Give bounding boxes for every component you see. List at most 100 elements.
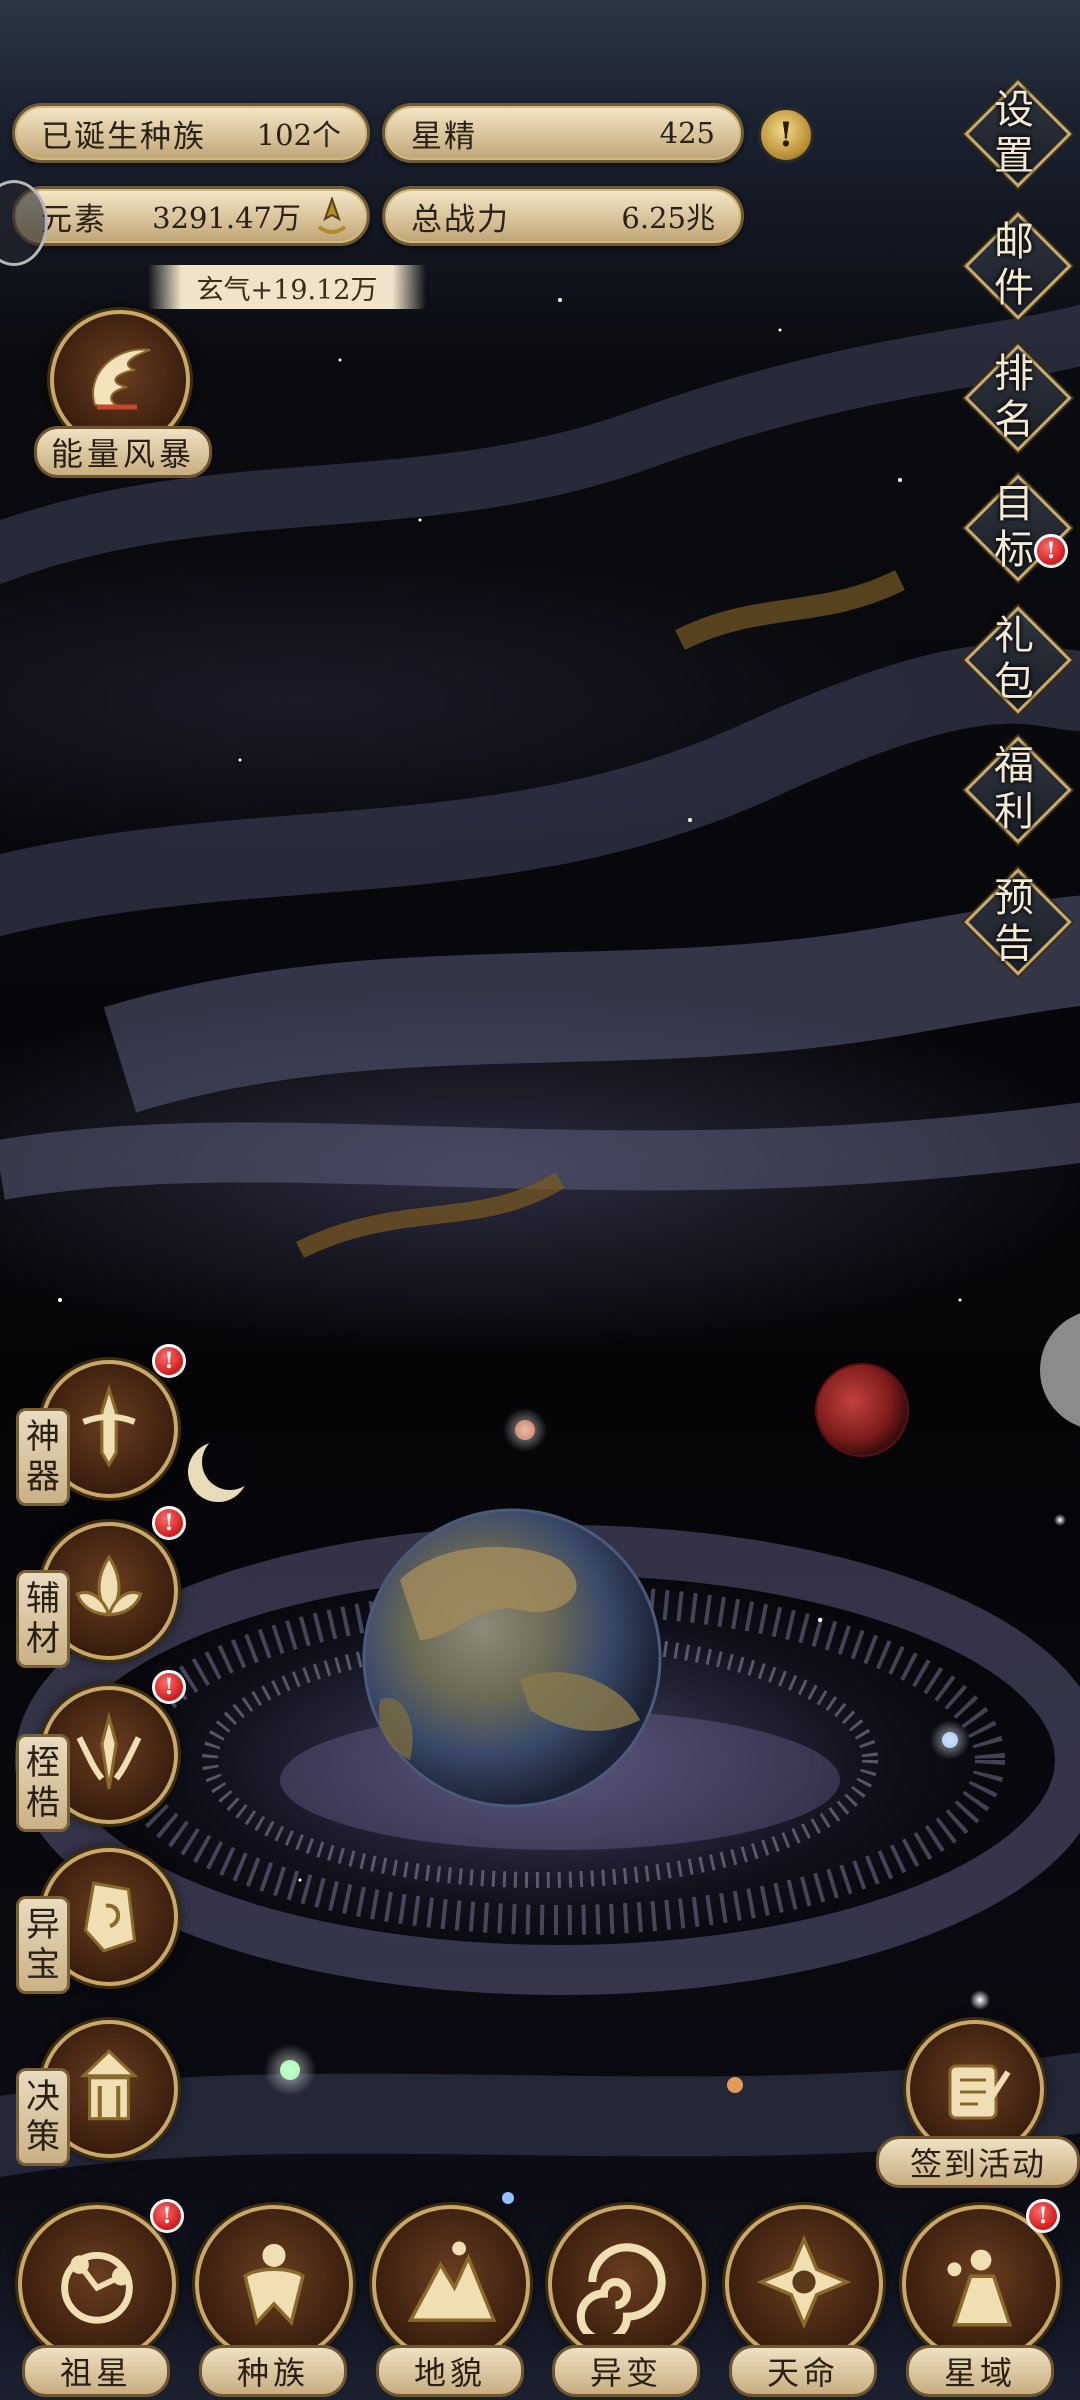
alert-info-icon[interactable]: ! — [758, 107, 814, 163]
nav-emblem — [725, 2205, 883, 2363]
destiny-icon — [752, 2230, 856, 2338]
side-menu-text: 礼包 — [966, 604, 1062, 714]
side-menu-char-1: 礼 — [994, 613, 1034, 659]
shackle-icon — [63, 1707, 155, 1803]
side-menu-item-0[interactable]: 设置 — [964, 78, 1072, 188]
red-planet[interactable] — [815, 1363, 909, 1457]
nav-label: 祖星 — [22, 2345, 170, 2397]
side-menu-char-1: 预 — [994, 875, 1034, 921]
notification-badge: ! — [150, 2199, 184, 2233]
left-menu-item-3[interactable]: 异宝 — [0, 1848, 190, 1998]
total-power-bar: 总战力 6.25兆 — [382, 186, 744, 246]
side-menu-char-2: 件 — [994, 265, 1034, 311]
race-icon — [222, 2230, 326, 2338]
star-essence-label: 星精 — [411, 118, 477, 155]
left-menu-label: 决策 — [16, 2068, 70, 2166]
left-menu-char-2: 器 — [26, 1457, 60, 1497]
nav-emblem — [548, 2205, 706, 2363]
left-menu-item-2[interactable]: 桎梏! — [0, 1670, 190, 1836]
notification-badge: ! — [1026, 2199, 1060, 2233]
side-menu-char-2: 置 — [994, 133, 1034, 179]
left-menu-char-1: 辅 — [26, 1579, 60, 1619]
side-menu-char-2: 标 — [994, 527, 1034, 573]
lotus-icon — [63, 1543, 155, 1639]
nav-item-5[interactable]: 星域! — [892, 2199, 1062, 2397]
scroll-quill-icon — [948, 2064, 1011, 2120]
side-menu-char-1: 邮 — [994, 219, 1034, 265]
artifact-icon — [63, 1381, 155, 1477]
notification-badge: ! — [1034, 534, 1068, 568]
nav-label: 异变 — [552, 2345, 700, 2397]
left-menu-item-1[interactable]: 辅材! — [0, 1506, 190, 1672]
side-menu-char-1: 排 — [994, 351, 1034, 397]
left-menu-char-1: 异 — [26, 1905, 60, 1945]
side-menu-item-3[interactable]: 目标! — [964, 472, 1072, 582]
notification-badge: ! — [152, 1670, 186, 1704]
left-menu-char-2: 梏 — [26, 1783, 60, 1823]
element-label: 元素 — [41, 201, 107, 238]
left-menu-label: 桎梏 — [16, 1734, 70, 1832]
storm-emblem-icon — [92, 348, 151, 410]
side-menu-char-2: 利 — [994, 789, 1034, 835]
home-star-icon — [45, 2230, 149, 2338]
left-menu-label: 异宝 — [16, 1896, 70, 1994]
left-menu-label: 辅材 — [16, 1570, 70, 1668]
side-menu-text: 邮件 — [966, 210, 1062, 320]
element-upgrade-icon — [317, 197, 347, 234]
side-menu-item-6[interactable]: 预告 — [964, 866, 1072, 976]
total-power-label: 总战力 — [411, 201, 510, 238]
left-menu-char-1: 神 — [26, 1417, 60, 1457]
nav-item-4[interactable]: 天命 — [715, 2205, 885, 2397]
star-essence-bar[interactable]: 星精 425 — [382, 103, 744, 163]
game-screen: 已诞生种族 102个 星精 425 ! 元素 3291.47万 总战力 6.25… — [0, 0, 1080, 2400]
left-menu-char-1: 决 — [26, 2077, 60, 2117]
side-menu-item-4[interactable]: 礼包 — [964, 604, 1072, 714]
nav-item-2[interactable]: 地貌 — [362, 2205, 532, 2397]
pavilion-icon — [63, 2041, 155, 2137]
nav-item-1[interactable]: 种族 — [185, 2205, 355, 2397]
nav-label: 天命 — [729, 2345, 877, 2397]
races-born-value: 102个 — [256, 118, 341, 152]
treasure-icon — [63, 1869, 155, 1965]
side-menu-item-1[interactable]: 邮件 — [964, 210, 1072, 320]
landform-icon — [399, 2230, 503, 2338]
left-menu-char-1: 桎 — [26, 1743, 60, 1783]
element-value: 3291.47万 — [152, 201, 301, 235]
side-menu-char-1: 目 — [994, 481, 1034, 527]
left-menu-item-4[interactable]: 决策 — [0, 2020, 190, 2170]
side-menu-char-1: 福 — [994, 743, 1034, 789]
total-power-value: 6.25兆 — [621, 201, 715, 235]
left-menu-label: 神器 — [16, 1408, 70, 1506]
side-menu-char-1: 设 — [994, 87, 1034, 133]
left-menu-char-2: 材 — [26, 1619, 60, 1659]
side-menu-text: 设置 — [966, 78, 1062, 188]
side-menu-item-5[interactable]: 福利 — [964, 734, 1072, 844]
energy-storm-label: 能量风暴 — [34, 426, 212, 478]
nav-label: 星域 — [906, 2345, 1054, 2397]
nav-emblem — [18, 2205, 176, 2363]
left-menu-char-2: 策 — [26, 2117, 60, 2157]
side-menu-text: 预告 — [966, 866, 1062, 976]
star-domain-icon — [929, 2230, 1033, 2338]
signin-activity-label: 签到活动 — [876, 2136, 1080, 2188]
left-menu-item-0[interactable]: 神器! — [0, 1344, 190, 1510]
home-planet[interactable] — [362, 1508, 662, 1808]
gain-tip: 玄气+19.12万 — [148, 265, 426, 309]
nav-item-0[interactable]: 祖星! — [8, 2199, 184, 2397]
star-essence-value: 425 — [659, 116, 715, 150]
nav-emblem — [372, 2205, 530, 2363]
side-menu-text: 福利 — [966, 734, 1062, 844]
moon-crescent — [188, 1434, 258, 1502]
side-menu-char-2: 告 — [994, 921, 1034, 967]
notification-badge: ! — [152, 1506, 186, 1540]
races-born-label: 已诞生种族 — [41, 118, 206, 155]
nav-label: 地貌 — [376, 2345, 524, 2397]
side-menu-item-2[interactable]: 排名 — [964, 342, 1072, 452]
element-bar[interactable]: 元素 3291.47万 — [12, 186, 370, 246]
side-menu-char-2: 包 — [994, 659, 1034, 705]
nav-label: 种族 — [199, 2345, 347, 2397]
side-menu-char-2: 名 — [994, 397, 1034, 443]
nav-item-3[interactable]: 异变 — [538, 2205, 708, 2397]
notification-badge: ! — [152, 1344, 186, 1378]
side-menu-text: 排名 — [966, 342, 1062, 452]
